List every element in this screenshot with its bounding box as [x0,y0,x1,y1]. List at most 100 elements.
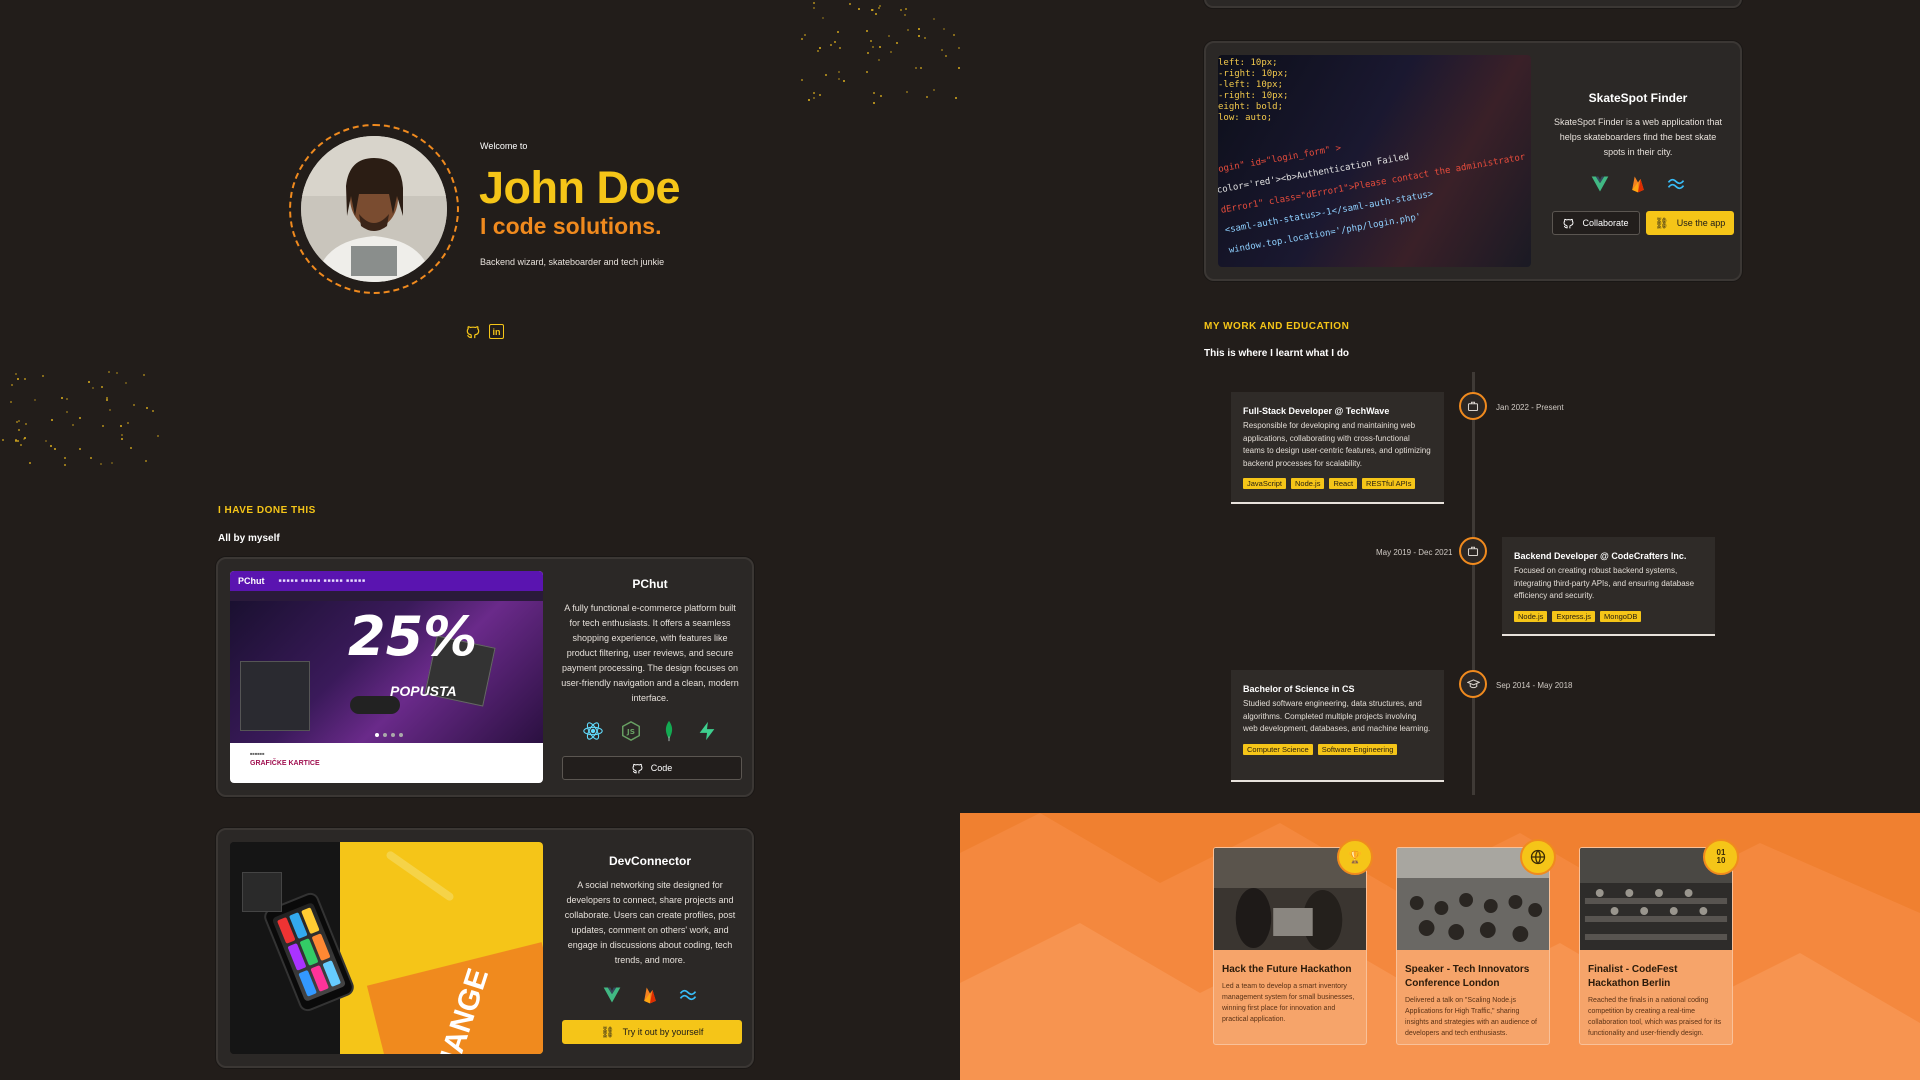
trophy-icon: 🏆 [1337,839,1373,875]
sparkle-dot [79,416,82,419]
project-card-devconnector: CHANGE DevConnector A social networking … [216,828,754,1068]
sparkle-dot [879,95,882,98]
sparkle-dot [19,443,22,446]
vue-icon [1588,172,1612,196]
achievement-card: Finalist - CodeFest Hackathon Berlin Rea… [1579,847,1733,1045]
portfolio-page: Welcome to John Doe I code solutions. Ba… [0,0,1920,1080]
sparkle-dot [111,462,114,465]
sparkle-dot [905,8,908,11]
sparkle-dot [146,407,149,410]
sparkle-dot [72,423,75,426]
sparkle-dot [801,37,804,40]
code-screenshot: left: 10px; -right: 10px; -left: 10px; -rig… [1218,55,1531,267]
tag: Express.js [1552,610,1596,622]
sparkle-dot [24,378,27,381]
sparkle-dot [932,88,935,91]
sparkle-dot [813,7,816,10]
timeline-card: Backend Developer @ CodeCrafters Inc. Fo… [1502,537,1715,636]
try-it-button-label: Try it out by yourself [622,1027,704,1037]
sparkle-dot [836,31,839,34]
pchut-section-text: GRAFIČKE KARTICE [250,760,320,767]
sparkle-dot [91,386,94,389]
sparkle-dot [843,80,846,83]
project-description: SkateSpot Finder is a web application th… [1553,117,1723,157]
sparkle-dot [66,411,69,414]
work-section-label: MY WORK AND EDUCATION [1204,321,1350,332]
sparkle-dot [932,17,935,20]
projects-section-subtitle: All by myself [218,533,280,544]
code-button-label: Code [650,763,673,773]
pchut-banner-sub: POPUSTA [390,683,457,699]
tag: Node.js [1291,478,1325,489]
devconnector-book-text: CHANGE [423,964,496,1054]
react-icon [581,719,605,743]
sparkle-dot [132,403,135,406]
timeline-description: Focused on creating robust backend syste… [1514,566,1695,600]
sparkle-dot [821,17,824,20]
sparkle-dot [105,397,108,400]
sparkle-dot [834,41,837,44]
use-app-button[interactable]: ⛓ Use the app [1646,211,1734,235]
graduation-cap-icon [1459,670,1487,698]
work-section-subtitle: This is where I learnt what I do [1204,348,1350,359]
sparkle-dot [99,462,102,465]
projects-section-label: I HAVE DONE THIS [218,505,316,516]
sparkle-dot [837,70,840,73]
linkedin-icon[interactable]: in [489,324,504,339]
code-line: low: auto; [1218,113,1273,123]
try-it-button[interactable]: ⛓ Try it out by yourself [562,1020,742,1044]
pchut-logo-text: PChut [238,576,265,586]
sparkle-dot [49,444,52,447]
timeline-description: Responsible for developing and maintaini… [1243,421,1431,468]
sparkle-dot [923,36,926,39]
sparkle-dot [918,35,921,38]
sparkle-dot [14,372,17,375]
code-button[interactable]: Code [562,756,742,780]
sparkle-dot [824,74,827,77]
tag: Software Engineering [1317,743,1398,755]
sparkle-dot [88,381,91,384]
github-icon [632,763,643,773]
sparkle-dot [878,6,881,9]
sparkle-dot [813,2,816,5]
sparkle-dot [837,78,840,81]
sparkle-dot [22,437,25,440]
sparkle-dot [808,98,810,101]
sparkle-dot [108,408,111,411]
sparkle-dot [943,27,946,30]
briefcase-icon [1459,537,1487,565]
achievement-card: Speaker - Tech Innovators Conference Lon… [1396,847,1550,1045]
sparkle-decoration-top [800,0,970,110]
sparkle-dot [105,399,108,402]
sparkle-dot [819,94,822,97]
sparkle-dot [120,438,123,441]
project-tech-list: JS [560,719,740,743]
achievement-title: Hack the Future Hackathon [1222,964,1352,975]
sparkle-dot [803,33,806,36]
project-card-skatespot: left: 10px; -right: 10px; -left: 10px; -rig… [1204,41,1742,281]
sparkle-dot [873,91,875,94]
sparkle-dot [142,374,145,377]
project-card-prev-bottom [1204,0,1742,8]
sparkle-dot [848,3,851,6]
supabase-icon [695,719,719,743]
link-icon: ⛓ [600,1026,615,1039]
sparkle-dot [896,42,899,45]
project-description: A social networking site designed for de… [564,880,736,965]
hero-bio: Backend wizard, skateboarder and tech ju… [480,257,665,267]
avatar [301,136,447,282]
tag: Node.js [1514,610,1548,622]
project-tech-list [560,983,740,1007]
timeline-date: Jan 2022 - Present [1496,403,1564,412]
sparkle-dot [17,419,20,422]
achievement-description: Delivered a talk on "Scaling Node.js App… [1405,997,1537,1037]
timeline-date: May 2019 - Dec 2021 [1376,548,1453,557]
collaborate-button[interactable]: Collaborate [1552,211,1640,235]
timeline-title: Bachelor of Science in CS [1243,684,1355,694]
project-image-pchut: PChut ■■■■■ ■■■■■ ■■■■■ ■■■■■ 25% POPUST… [230,571,543,783]
sparkle-dot [41,374,44,377]
sparkle-dot [51,419,54,422]
achievement-description: Led a team to develop a smart inventory … [1222,983,1355,1023]
vue-icon [600,983,624,1007]
github-icon[interactable] [465,324,481,340]
